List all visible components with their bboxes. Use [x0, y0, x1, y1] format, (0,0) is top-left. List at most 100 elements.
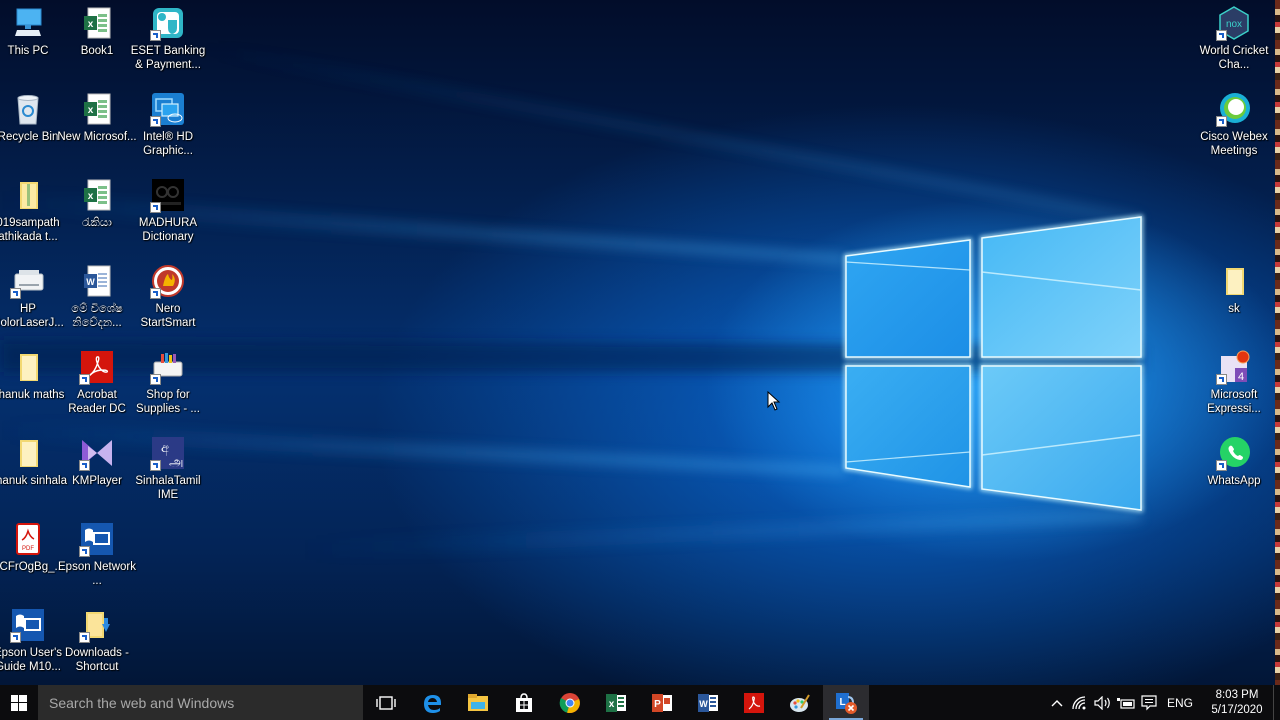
acrobat-icon: [744, 692, 764, 713]
show-desktop-button[interactable]: [1273, 685, 1280, 720]
icon-label: මේ විශේෂ නිවේදන...: [71, 303, 123, 329]
chevron-up-icon: [1051, 699, 1063, 706]
show-hidden-icons-button[interactable]: [1046, 685, 1069, 720]
printer-icon: [10, 264, 45, 299]
shortcut-arrow-icon: [150, 30, 161, 41]
battery-icon: [1117, 697, 1136, 709]
video-edge-strip: [1275, 0, 1280, 690]
file-explorer-icon: [468, 693, 488, 711]
excel-icon: x: [606, 693, 626, 712]
desktop-icon-book1[interactable]: x Book1: [59, 2, 135, 86]
whatsapp-icon: [1216, 436, 1251, 471]
downloads-folder-icon: [79, 608, 114, 643]
nero-icon: [150, 264, 185, 299]
icon-label: New Microsof...: [57, 131, 137, 143]
task-view-icon: [376, 695, 396, 710]
desktop-icon-nero[interactable]: Nero StartSmart: [130, 260, 206, 344]
shortcut-arrow-icon: [79, 632, 90, 643]
desktop-icon-rakiya[interactable]: x රැකියා: [59, 174, 135, 258]
icon-label: Acrobat Reader DC: [68, 389, 126, 415]
paint-icon: [790, 693, 810, 712]
search-input[interactable]: Search the web and Windows: [38, 685, 363, 720]
network-button[interactable]: [1069, 685, 1092, 720]
taskbar-word[interactable]: W: [685, 685, 731, 720]
input-language-indicator[interactable]: ENG: [1161, 696, 1201, 710]
taskbar-lync[interactable]: L: [823, 685, 869, 720]
clock[interactable]: 8:03 PM 5/17/2020: [1201, 688, 1273, 718]
excel-file-icon: x: [80, 6, 114, 40]
desktop-icon-shop-supplies[interactable]: Shop for Supplies - ...: [130, 346, 206, 430]
shortcut-arrow-icon: [1216, 30, 1227, 41]
icon-label: MADHURA Dictionary: [138, 217, 198, 243]
desktop-icon-microsoft-expression[interactable]: 4 Microsoft Expressi...: [1196, 346, 1272, 430]
printer-supplies-icon: [150, 350, 185, 385]
volume-icon: [1094, 695, 1111, 710]
excel-file-icon: x: [80, 178, 114, 212]
shortcut-arrow-icon: [1216, 460, 1227, 471]
taskbar-file-explorer[interactable]: [455, 685, 501, 720]
desktop[interactable]: This PC x Book1 ESET Banking & Payment..…: [0, 0, 1275, 685]
svg-text:nox: nox: [1226, 19, 1242, 30]
icon-label: Epson Network ...: [58, 561, 136, 587]
desktop-icon-downloads-shortcut[interactable]: Downloads - Shortcut: [59, 604, 135, 685]
kmplayer-icon: [79, 436, 114, 471]
desktop-icon-cisco-webex[interactable]: Cisco Webex Meetings: [1196, 88, 1272, 172]
shortcut-arrow-icon: [10, 288, 21, 299]
logo-pane-bottom-left: [845, 365, 971, 488]
volume-button[interactable]: [1092, 685, 1115, 720]
svg-text:PDF: PDF: [22, 546, 34, 552]
recycle-bin-icon: [11, 92, 45, 126]
chrome-icon: [559, 692, 580, 713]
desktop-icon-kmplayer[interactable]: KMPlayer: [59, 432, 135, 516]
webex-icon: [1216, 92, 1251, 127]
action-center-button[interactable]: [1138, 685, 1161, 720]
shortcut-arrow-icon: [150, 374, 161, 385]
wifi-icon: [1072, 695, 1086, 709]
desktop-icon-eset[interactable]: ESET Banking & Payment...: [130, 2, 206, 86]
icon-label: Shop for Supplies - ...: [136, 389, 200, 415]
store-icon: [516, 692, 532, 712]
desktop-icon-sinhalatamil-ime[interactable]: අஅ SinhalaTamil IME: [130, 432, 206, 516]
start-button[interactable]: [0, 685, 38, 720]
nox-icon: nox: [1216, 6, 1251, 41]
eset-banking-icon: [150, 6, 185, 41]
taskbar-acrobat[interactable]: [731, 685, 777, 720]
shortcut-arrow-icon: [10, 632, 21, 643]
taskbar-paint[interactable]: [777, 685, 823, 720]
taskbar-powerpoint[interactable]: P: [639, 685, 685, 720]
desktop-icon-new-microsoft[interactable]: x New Microsof...: [57, 88, 137, 172]
taskbar-store[interactable]: [501, 685, 547, 720]
system-tray: ENG 8:03 PM 5/17/2020: [1046, 685, 1280, 720]
desktop-icon-intel-hd[interactable]: Intel® HD Graphic...: [130, 88, 206, 172]
taskbar: Search the web and Windows x P W L ENG 8…: [0, 685, 1280, 720]
icon-label: Nero StartSmart: [140, 303, 196, 329]
lync-icon: L: [836, 692, 857, 714]
logo-pane-top-left: [845, 239, 971, 358]
desktop-icon-acrobat-reader[interactable]: Acrobat Reader DC: [59, 346, 135, 430]
intel-graphics-icon: [150, 92, 185, 127]
desktop-icon-word-doc[interactable]: W මේ විශේෂ නිවේදන...: [59, 260, 135, 344]
desktop-icon-world-cricket[interactable]: nox World Cricket Cha...: [1196, 2, 1272, 86]
desktop-icon-madhura[interactable]: MADHURA Dictionary: [130, 174, 206, 258]
desktop-icon-epson-network[interactable]: Epson Network ...: [58, 518, 136, 602]
computer-icon: [11, 6, 45, 40]
icon-label: Downloads - Shortcut: [65, 647, 129, 673]
taskbar-chrome[interactable]: [547, 685, 593, 720]
taskbar-task-view[interactable]: [363, 685, 409, 720]
battery-button[interactable]: [1115, 685, 1138, 720]
sinhala-tamil-ime-icon: අஅ: [150, 436, 185, 471]
acrobat-icon: [79, 350, 114, 385]
zip-folder-icon: [11, 178, 45, 212]
shortcut-arrow-icon: [79, 460, 90, 471]
excel-file-icon: x: [80, 92, 114, 126]
taskbar-edge[interactable]: [409, 685, 455, 720]
svg-text:x: x: [88, 19, 94, 30]
word-file-icon: W: [80, 264, 114, 298]
desktop-icon-whatsapp[interactable]: WhatsApp: [1196, 432, 1272, 516]
shortcut-arrow-icon: [150, 460, 161, 471]
pdf-file-icon: PDF: [11, 522, 45, 556]
svg-text:அ: அ: [169, 455, 183, 470]
taskbar-excel[interactable]: x: [593, 685, 639, 720]
icon-label: ESET Banking & Payment...: [130, 45, 206, 71]
desktop-icon-sk[interactable]: sk: [1196, 260, 1272, 344]
